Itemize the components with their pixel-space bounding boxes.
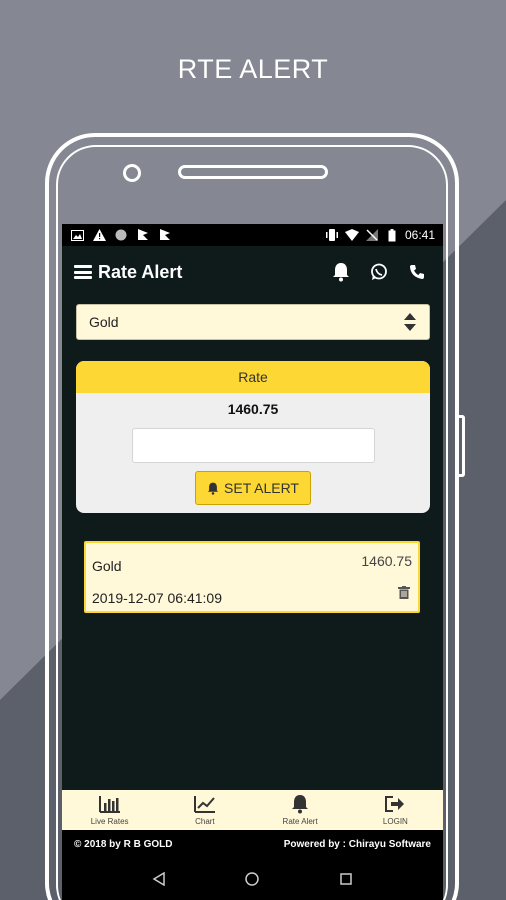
- current-rate: 1460.75: [227, 401, 279, 417]
- wifi-icon: [344, 228, 359, 242]
- back-icon[interactable]: [149, 869, 169, 889]
- bell-icon[interactable]: [331, 262, 351, 282]
- status-time: 06:41: [404, 228, 435, 242]
- page-title: Rate Alert: [98, 261, 183, 282]
- nav-label: Rate Alert: [282, 817, 318, 826]
- bar-chart-icon: [98, 794, 121, 814]
- nav-label: Chart: [195, 817, 215, 826]
- login-icon: [384, 794, 406, 814]
- recents-icon[interactable]: [336, 869, 356, 889]
- nav-live-rates[interactable]: Live Rates: [62, 790, 157, 830]
- set-alert-label: SET ALERT: [224, 480, 299, 496]
- warning-icon: [92, 228, 106, 242]
- list-item[interactable]: Gold 1460.75 2019-12-07 06:41:09: [84, 541, 420, 613]
- vibrate-icon: [325, 228, 339, 242]
- promo-title: RTE ALERT: [177, 54, 329, 84]
- image-icon: [70, 228, 84, 242]
- commodity-select-value: Gold: [89, 314, 119, 330]
- bell-icon: [289, 794, 311, 814]
- battery-icon: [385, 228, 399, 242]
- flag-icon: [136, 228, 150, 242]
- hamburger-menu-icon[interactable]: [74, 265, 92, 279]
- footer-bar: © 2018 by R B GOLD Powered by : Chirayu …: [62, 830, 443, 858]
- commodity-select[interactable]: Gold: [76, 304, 430, 340]
- whatsapp-icon[interactable]: [369, 262, 389, 282]
- phone-speaker: [178, 165, 328, 179]
- alert-rate-input[interactable]: [131, 428, 375, 463]
- bell-icon: [207, 482, 219, 495]
- powered-by-text: Powered by : Chirayu Software: [283, 838, 431, 850]
- nav-label: Live Rates: [90, 817, 129, 826]
- bottom-nav: Live Rates Chart Rate Alert LOGIN: [62, 790, 443, 830]
- trash-icon[interactable]: [398, 586, 412, 600]
- circle-icon: [114, 228, 128, 242]
- app-bar: Rate Alert: [62, 246, 443, 298]
- nav-chart[interactable]: Chart: [157, 790, 252, 830]
- home-icon[interactable]: [242, 869, 262, 889]
- phone-icon[interactable]: [407, 262, 427, 282]
- flag-icon: [158, 228, 172, 242]
- alert-rate: 1460.75: [361, 553, 412, 569]
- phone-screen: 06:41 Rate Alert Gold Rate 1460.75 SET A…: [62, 224, 443, 900]
- phone-camera: [123, 164, 141, 182]
- status-bar: 06:41: [62, 224, 443, 246]
- rate-card: Rate 1460.75 SET ALERT: [76, 361, 430, 513]
- select-arrows-icon: [403, 312, 417, 332]
- nav-label: LOGIN: [382, 817, 408, 826]
- nav-login[interactable]: LOGIN: [348, 790, 443, 830]
- line-chart-icon: [193, 794, 216, 814]
- rate-card-header: Rate: [76, 361, 430, 393]
- signal-icon: [365, 228, 379, 242]
- system-nav-bar: [62, 858, 443, 900]
- set-alert-button[interactable]: SET ALERT: [195, 471, 311, 505]
- alert-datetime: 2019-12-07 06:41:09: [92, 590, 222, 606]
- phone-side-button: [459, 415, 465, 477]
- copyright-text: © 2018 by R B GOLD: [74, 838, 173, 850]
- alert-name: Gold: [92, 558, 122, 574]
- nav-rate-alert[interactable]: Rate Alert: [253, 790, 348, 830]
